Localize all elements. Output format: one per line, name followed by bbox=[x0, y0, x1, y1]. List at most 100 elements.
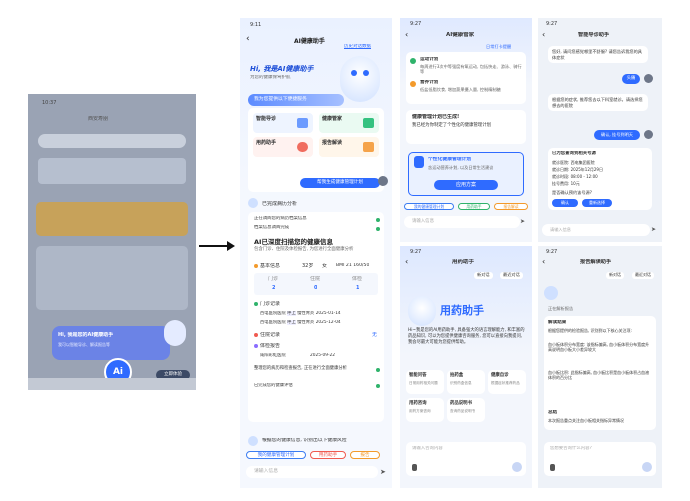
back-icon[interactable]: ‹ bbox=[542, 257, 545, 266]
report-icon bbox=[363, 142, 374, 152]
mic-icon[interactable] bbox=[550, 464, 555, 471]
service-medicine[interactable]: 用药助手 bbox=[253, 137, 313, 157]
check-4: 已完成您的健康评估 bbox=[254, 383, 293, 388]
summary-text: 本次报告重点关注血小板相关指标异常情况 bbox=[548, 418, 624, 423]
stat-outpatient-label: 门诊 bbox=[268, 276, 279, 282]
feature-card[interactable]: 用药咨询 用药方案咨询 bbox=[406, 398, 444, 422]
chat-input[interactable]: 您想要咨询什么内容? bbox=[550, 446, 592, 453]
pill-icon bbox=[297, 142, 308, 152]
schedule-line: 就诊医院: 西电集团医院 bbox=[552, 160, 595, 165]
back-icon[interactable]: ‹ bbox=[246, 34, 250, 44]
assistant-message: 您好, 请问您感觉哪里不舒服? 请您告诉我您的具体症状 bbox=[548, 46, 648, 63]
bottom-tabbar bbox=[28, 378, 196, 390]
new-chat-button[interactable]: 新对话 bbox=[474, 272, 493, 279]
history-link[interactable]: 历史对话数据 bbox=[344, 44, 371, 51]
chip-report[interactable]: 报告 bbox=[350, 451, 380, 459]
chip-plan[interactable]: 我的健康管理计划 bbox=[404, 203, 454, 210]
robot-mascot-icon bbox=[408, 296, 436, 326]
phone-medicine: 9:27 ‹ 用药助手 新对话 最近对话 用药助手 Hi~我是您的AI用药助手,… bbox=[400, 246, 532, 488]
user-avatar bbox=[644, 74, 653, 83]
check-2: 档案信息调阅完成 bbox=[254, 225, 290, 230]
feature-card[interactable]: 健康自诊 根据症状推荐药品 bbox=[488, 370, 526, 394]
service-manager[interactable]: 健康管家 bbox=[319, 113, 379, 133]
ai-banner[interactable]: Hi, 我是您的AI健康助手 我可以智能导诊、解读报告等 bbox=[52, 326, 170, 360]
phone-triage: 9:27 ‹ 智能导诊助手 您好, 请问您感觉哪里不舒服? 请您告诉我您的具体症… bbox=[538, 18, 662, 242]
ai-banner-title: Hi, 我是您的AI健康助手 bbox=[58, 332, 114, 338]
promo-banner bbox=[36, 202, 188, 236]
icon-grid bbox=[36, 246, 188, 310]
robot-mascot-icon bbox=[544, 286, 558, 300]
result-intro: 根据您提供的检验报告, 识别到以下核心关注项: bbox=[548, 328, 632, 333]
chat-input[interactable]: 请输入咨询内容 bbox=[412, 446, 443, 453]
mic-icon[interactable] bbox=[412, 464, 417, 471]
chip-medicine[interactable]: 用药助手 bbox=[310, 451, 346, 459]
chip-report[interactable]: 报告解读 bbox=[494, 203, 528, 210]
send-icon[interactable] bbox=[642, 462, 652, 472]
plan-title: 个性化健康管理计划 bbox=[428, 157, 472, 162]
assistant-avatar bbox=[248, 198, 258, 208]
chat-input[interactable]: 请输入信息 bbox=[404, 216, 520, 228]
recent-chat-button[interactable]: 最近对话 bbox=[500, 272, 523, 279]
send-icon[interactable]: ➤ bbox=[380, 468, 386, 476]
status-time: 9:27 bbox=[410, 21, 422, 27]
send-icon[interactable]: ➤ bbox=[520, 218, 525, 225]
page-title: AI健康管家 bbox=[446, 32, 475, 38]
gender-value: 女 bbox=[322, 263, 328, 269]
chat-input[interactable]: 请输入信息 bbox=[246, 466, 378, 478]
robot-mascot-icon bbox=[164, 320, 186, 346]
back-icon[interactable]: ‹ bbox=[405, 257, 408, 266]
apply-plan-button[interactable]: 应用方案 bbox=[434, 180, 498, 190]
risk-text: 根据您的健康信息, 识别出以下健康风险 bbox=[262, 438, 347, 443]
ai-banner-sub: 我可以智能导诊、解读报告等 bbox=[58, 342, 110, 347]
reminder-link[interactable]: 日常打卡提醒 bbox=[486, 44, 511, 51]
confirm-button[interactable]: 确认 bbox=[552, 199, 578, 207]
check-3-icon bbox=[376, 368, 380, 372]
page-title: 智能导诊助手 bbox=[578, 32, 610, 38]
recent-chat-button[interactable]: 最近对话 bbox=[632, 272, 654, 279]
item-title: 运动计划 bbox=[420, 57, 439, 62]
chip-medicine[interactable]: 用药助手 bbox=[458, 203, 490, 210]
item-desc: 每周进行3次中等强度有氧运动, 包括快走、游泳、骑行等 bbox=[420, 64, 522, 75]
loading-text: 正在解析报告 bbox=[548, 306, 574, 311]
back-icon[interactable]: ‹ bbox=[542, 30, 545, 39]
tag-row bbox=[38, 158, 186, 184]
robot-mascot-icon bbox=[340, 56, 380, 102]
page-title: 用药助手 bbox=[452, 259, 475, 265]
intro-text: Hi~我是您的AI用药助手, 具备强大的语言理解能力, 和丰富的药品知识, 可以… bbox=[408, 328, 525, 345]
page-title: 报告解读助手 bbox=[580, 259, 612, 265]
generate-plan-button[interactable]: 帮我生成健康管理计划 bbox=[300, 178, 380, 188]
page-title: AI健康助手 bbox=[294, 38, 325, 45]
status-time: 9:27 bbox=[546, 249, 558, 255]
outpatient-label: 门诊记录 bbox=[254, 301, 280, 308]
item-desc: 低盐低脂饮食, 增加蔬果摄入量, 控制精制糖 bbox=[420, 87, 501, 92]
phone-report: 9:27 ‹ 报告解读助手 新对话 最近对话 正在解析报告 解读结果 根据您提供… bbox=[538, 246, 662, 488]
hero-sub: 为您的健康保驾护航 bbox=[250, 75, 291, 80]
result-title: 解读结果 bbox=[548, 320, 567, 325]
feature-card[interactable]: 药品说明书 查询药品说明书 bbox=[447, 398, 485, 422]
user-message: 确认, 挂号到明天 bbox=[594, 130, 640, 140]
chat-input[interactable]: 请输入信息 bbox=[542, 224, 650, 236]
stat-outpatient-value: 2 bbox=[272, 285, 276, 291]
user-message: 头痛 bbox=[622, 74, 640, 84]
service-triage[interactable]: 智能导诊 bbox=[253, 113, 313, 133]
send-icon[interactable] bbox=[512, 462, 522, 472]
check-1-icon bbox=[376, 218, 380, 222]
feature-card[interactable]: 拍药盒 识别药盒信息 bbox=[447, 370, 485, 394]
summary-title: 总结 bbox=[548, 410, 558, 415]
inpatient-value: 无 bbox=[372, 332, 378, 338]
reselect-button[interactable]: 重新选择 bbox=[582, 199, 612, 207]
back-icon[interactable]: ‹ bbox=[405, 30, 408, 39]
new-chat-button[interactable]: 新对话 bbox=[606, 272, 624, 279]
stat-inpatient-label: 住院 bbox=[310, 276, 321, 282]
feature-card[interactable]: 智能问答 日常用药相关问题 bbox=[406, 370, 444, 394]
age-value: 32岁 bbox=[302, 263, 314, 269]
hero-title: 用药助手 bbox=[440, 304, 484, 317]
send-icon[interactable]: ➤ bbox=[651, 226, 656, 233]
chip-plan[interactable]: 我的健康管理计划 bbox=[246, 451, 306, 459]
stat-exam-label: 体检 bbox=[352, 276, 363, 282]
phone-home-blurred: 10:37 西安寿朋 Hi, 我是您的AI健康助手 我可以智能导诊、解读报告等 … bbox=[28, 94, 196, 390]
service-banner: 我为您提供以下便捷服务 bbox=[248, 94, 344, 106]
result-point: 血小板体积分布宽度: 该指标偏高, 血小板体积分布宽度升高说明血小板大小差异较大 bbox=[548, 342, 650, 353]
check-1: 正在调阅您的病历档案信息 bbox=[254, 216, 307, 221]
service-report[interactable]: 报告解读 bbox=[319, 137, 379, 157]
